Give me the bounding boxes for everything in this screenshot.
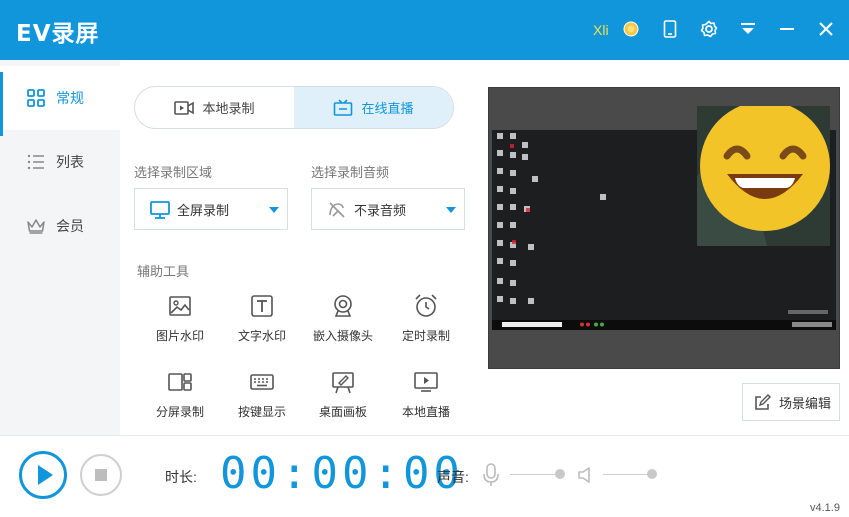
text-icon	[251, 295, 273, 317]
play-screen-icon	[414, 372, 438, 392]
video-icon	[174, 100, 195, 115]
image-icon	[169, 296, 191, 316]
desktop-board-button[interactable]: 桌面画板	[302, 369, 382, 429]
tool-label: 嵌入摄像头	[312, 329, 373, 343]
key-display-button[interactable]: 按键显示	[221, 369, 301, 429]
text-watermark-button[interactable]: 文字水印	[221, 293, 301, 353]
version-label: v4.1.9	[810, 502, 840, 514]
play-icon	[38, 465, 53, 485]
camera-overlay	[697, 101, 830, 246]
mute-icon	[329, 202, 345, 218]
speaker-volume-handle[interactable]	[647, 469, 657, 479]
tool-label: 文字水印	[237, 329, 286, 343]
preview-panel[interactable]	[488, 87, 840, 369]
webcam-icon	[334, 295, 352, 317]
sound-label: 声音:	[437, 469, 469, 485]
chevron-down-icon	[269, 207, 279, 213]
grid-icon	[25, 87, 47, 109]
drawing-board-icon	[332, 372, 354, 394]
chevron-down-icon	[446, 207, 456, 213]
sidebar-item-label: 列表	[56, 154, 84, 170]
tool-label: 按键显示	[237, 405, 286, 419]
local-record-label: 本地录制	[202, 101, 255, 116]
close-icon[interactable]	[815, 18, 837, 40]
scene-edit-button[interactable]: 场景编辑	[742, 383, 840, 421]
sidebar-item-label: 会员	[56, 218, 84, 234]
audio-select[interactable]: 不录音频	[311, 188, 465, 230]
dropdown-menu-icon[interactable]	[737, 18, 759, 40]
sidebar-item-list[interactable]: 列表	[0, 130, 120, 194]
region-label: 选择录制区域	[134, 165, 213, 180]
tool-label: 分屏录制	[155, 405, 204, 419]
scheduled-record-button[interactable]: 定时录制	[385, 293, 465, 353]
mode-toggle: 本地录制 在线直播	[134, 86, 454, 129]
tool-label: 桌面画板	[318, 405, 367, 419]
region-select[interactable]: 全屏录制	[134, 188, 288, 230]
tablet-icon[interactable]	[659, 18, 681, 40]
live-stream-tab[interactable]: 在线直播	[294, 87, 453, 128]
alarm-clock-icon	[415, 294, 437, 317]
monitor-icon	[150, 201, 170, 219]
speaker-volume-slider[interactable]	[603, 474, 653, 475]
bottom-bar: 时长: 00:00:00 声音: v4.1.9	[0, 435, 849, 517]
embed-camera-button[interactable]: 嵌入摄像头	[302, 293, 382, 353]
tv-icon	[334, 98, 353, 116]
tool-label: 定时录制	[401, 329, 450, 343]
stop-record-button[interactable]	[80, 454, 122, 496]
vip-coin-icon[interactable]	[620, 18, 642, 40]
audio-label: 选择录制音频	[311, 165, 390, 180]
image-watermark-button[interactable]: 图片水印	[139, 293, 219, 353]
scene-edit-label: 场景编辑	[779, 395, 832, 411]
minimize-icon[interactable]	[776, 18, 798, 40]
list-icon	[25, 151, 47, 173]
edit-icon	[755, 394, 771, 410]
record-timer: 00:00:00	[220, 448, 464, 499]
sidebar-item-label: 常规	[56, 90, 84, 106]
crown-icon	[25, 215, 47, 237]
tool-label: 本地直播	[401, 405, 450, 419]
live-stream-label: 在线直播	[361, 101, 414, 116]
mic-volume-slider[interactable]	[510, 474, 560, 475]
settings-icon[interactable]	[698, 18, 720, 40]
user-name[interactable]: Xli	[593, 22, 609, 38]
tool-label: 图片水印	[155, 329, 204, 343]
tools-label: 辅助工具	[137, 264, 190, 279]
sidebar-item-general[interactable]: 常规	[0, 66, 120, 136]
sidebar-item-member[interactable]: 会员	[0, 194, 120, 258]
title-bar: EV录屏 Xli	[0, 0, 849, 60]
app-title: EV录屏	[16, 21, 100, 47]
microphone-icon[interactable]	[483, 463, 499, 487]
local-record-tab[interactable]: 本地录制	[135, 87, 294, 128]
split-screen-icon	[168, 373, 192, 391]
speaker-icon[interactable]	[577, 466, 593, 484]
sidebar: 常规 列表 会员	[0, 60, 120, 435]
region-value: 全屏录制	[177, 202, 230, 218]
start-record-button[interactable]	[19, 451, 67, 499]
local-live-button[interactable]: 本地直播	[385, 369, 465, 429]
duration-label: 时长:	[165, 469, 197, 485]
audio-value: 不录音频	[354, 202, 407, 218]
keyboard-icon	[250, 374, 274, 390]
split-screen-button[interactable]: 分屏录制	[139, 369, 219, 429]
mic-volume-handle[interactable]	[555, 469, 565, 479]
